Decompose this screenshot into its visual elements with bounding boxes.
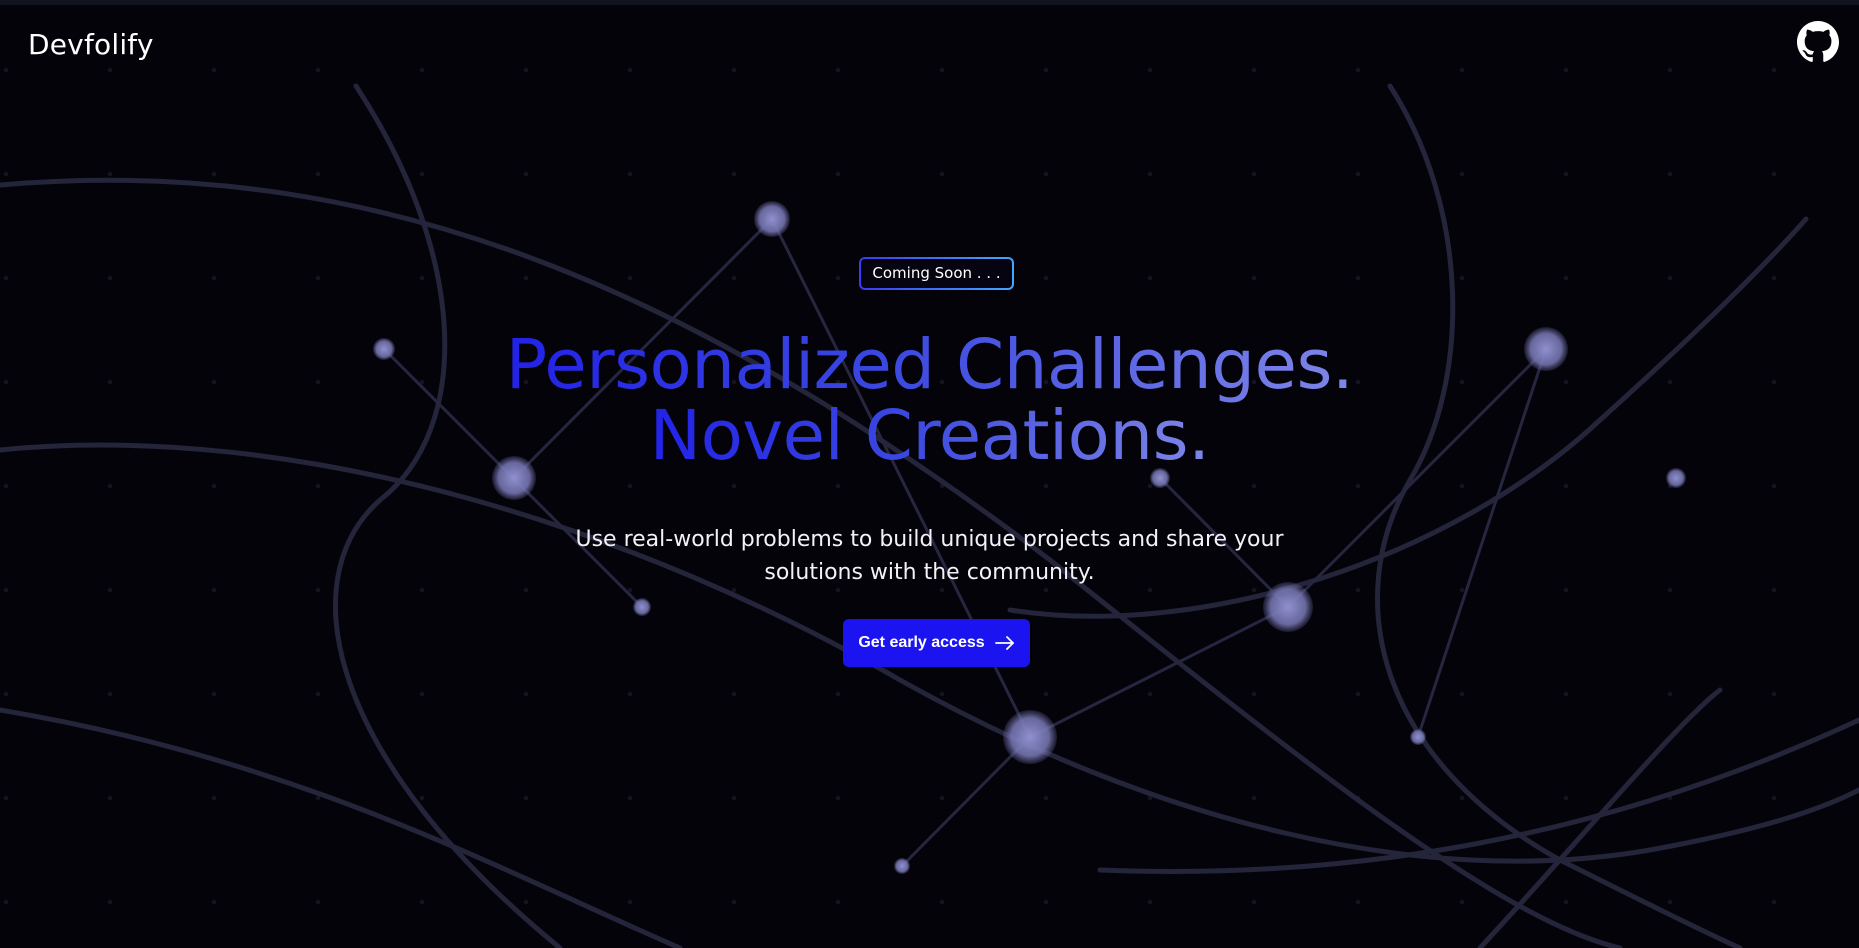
network-node xyxy=(1263,582,1313,632)
get-early-access-button[interactable]: Get early access xyxy=(843,619,1030,667)
landing-page: Devfolify Coming Soon . . . Personalized… xyxy=(0,0,1859,948)
headline-line-2-text: Novel Creations. xyxy=(649,396,1210,476)
coming-soon-label: Coming Soon . . . xyxy=(861,259,1012,288)
headline-line-1-text: Personalized Challenges. xyxy=(505,325,1354,405)
site-header: Devfolify xyxy=(0,0,1859,90)
network-node xyxy=(1003,710,1057,764)
network-node xyxy=(894,858,910,874)
coming-soon-badge: Coming Soon . . . xyxy=(859,257,1014,290)
github-icon[interactable] xyxy=(1797,21,1839,63)
network-node xyxy=(633,598,651,616)
brand-logo[interactable]: Devfolify xyxy=(28,28,154,61)
arrow-right-icon xyxy=(994,636,1014,650)
headline-line-2: Novel Creations. xyxy=(0,400,1859,472)
network-node xyxy=(754,201,790,237)
headline-line-1: Personalized Challenges. xyxy=(0,329,1859,401)
hero-subtitle: Use real-world problems to build unique … xyxy=(575,527,1284,585)
get-early-access-label: Get early access xyxy=(858,634,985,651)
network-node xyxy=(1410,729,1426,745)
